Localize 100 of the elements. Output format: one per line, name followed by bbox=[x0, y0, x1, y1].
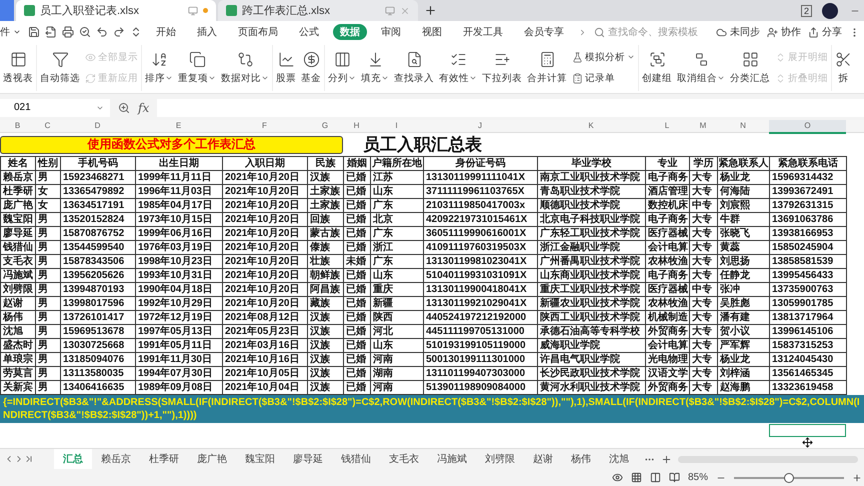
column-header[interactable]: O bbox=[769, 120, 846, 134]
ribbon-button[interactable]: 记录单 bbox=[572, 72, 635, 85]
sheet-tab[interactable]: 冯施斌 bbox=[428, 449, 476, 470]
table-cell: 13994870193 bbox=[61, 283, 136, 298]
column-header[interactable]: B bbox=[0, 120, 35, 134]
zoom-icon[interactable] bbox=[118, 102, 130, 114]
ribbon-button[interactable]: 重复项 bbox=[178, 50, 216, 85]
table-cell: 赖岳京 bbox=[1, 171, 36, 186]
ribbon-button[interactable]: 下拉列表 bbox=[482, 50, 522, 85]
column-header[interactable]: C bbox=[35, 120, 60, 134]
ribbon-button[interactable]: 查找录入 bbox=[394, 50, 434, 85]
document-tab[interactable]: 跨工作表汇总.xlsx bbox=[218, 0, 418, 21]
column-header[interactable]: F bbox=[222, 120, 307, 134]
column-header[interactable]: D bbox=[60, 120, 135, 134]
ribbon-button[interactable]: 拆 bbox=[835, 50, 852, 85]
avatar[interactable] bbox=[822, 2, 838, 18]
ribbon-button[interactable]: 取消组合 bbox=[677, 50, 725, 85]
ribbon-tab[interactable]: 插入 bbox=[190, 24, 224, 40]
ribbon-tab[interactable]: 页面布局 bbox=[231, 24, 285, 40]
sheet-tab[interactable]: 赖岳京 bbox=[92, 449, 140, 470]
toolbar-action[interactable]: 未同步 bbox=[716, 25, 760, 40]
banner: 使用函数公式对多个工作表汇总 bbox=[0, 136, 343, 154]
table-cell: 傣族 bbox=[308, 241, 344, 256]
table-cell: 已婚 bbox=[344, 241, 371, 256]
column-header[interactable]: J bbox=[423, 120, 537, 134]
toolbar-action[interactable]: 协作 bbox=[767, 25, 801, 40]
sheet-tab[interactable]: 庞广艳 bbox=[188, 449, 236, 470]
reading-view-icon[interactable] bbox=[668, 472, 680, 484]
ribbon-button[interactable]: 自动筛选 bbox=[40, 50, 80, 85]
sheet-tab[interactable]: 支毛衣 bbox=[380, 449, 428, 470]
search-field[interactable]: 查找命令、搜索模板 bbox=[608, 26, 700, 38]
ribbon-button[interactable]: 分列 bbox=[328, 50, 356, 85]
ribbon-button[interactable]: 创建组 bbox=[642, 50, 672, 85]
ribbon-button[interactable]: 透视表 bbox=[3, 50, 33, 85]
slider-thumb[interactable] bbox=[784, 472, 794, 483]
preview-icon[interactable] bbox=[79, 26, 91, 38]
table-cell: 13998017596 bbox=[61, 297, 136, 312]
sheet-tab[interactable]: 汇总 bbox=[54, 449, 92, 470]
export-icon[interactable] bbox=[45, 26, 57, 38]
formula-tooltip: {=INDIRECT($B3&"!"&ADDRESS(SMALL(IF(INDIRECT($B3&"!$B$2:$I$28")=C$2,ROW(INDIRECT($B3&"!$B$2:$I$28")),""),1),SMALL(IF(INDIRECT($B3&"!$B$2:$I$28")=C$2,COLUMN(INDIRECT($B3&"!$B$2:$I$28"))+1,""),1)))) bbox=[0, 395, 864, 424]
column-header[interactable]: I bbox=[370, 120, 423, 134]
column-header[interactable]: G bbox=[307, 120, 343, 134]
sheet-tab[interactable]: 魏宝阳 bbox=[236, 449, 284, 470]
selected-cell[interactable] bbox=[769, 424, 846, 438]
name-box[interactable]: 021 bbox=[0, 98, 110, 117]
sheet-tab[interactable]: 赵谢 bbox=[524, 449, 562, 470]
table-cell: 男 bbox=[36, 311, 61, 326]
toolbar-action[interactable]: 分享 bbox=[808, 25, 842, 40]
table-cell: 大专 bbox=[690, 241, 718, 256]
column-header[interactable]: N bbox=[717, 120, 769, 134]
ribbon-tab[interactable]: 开始 bbox=[149, 24, 183, 40]
sheet-tab[interactable]: 杨伟 bbox=[562, 449, 600, 470]
ribbon-button[interactable]: 股票 bbox=[276, 50, 296, 85]
table-cell: 魏宝阳 bbox=[1, 213, 36, 228]
print-icon[interactable] bbox=[62, 26, 74, 38]
ribbon-tab[interactable]: 审阅 bbox=[374, 24, 408, 40]
sheet-tab[interactable]: 廖导延 bbox=[284, 449, 332, 470]
column-header[interactable]: H bbox=[343, 120, 370, 134]
sheet-tab[interactable]: 钱猎仙 bbox=[332, 449, 380, 470]
ribbon-button[interactable]: 基金 bbox=[301, 50, 321, 85]
save-icon[interactable] bbox=[28, 26, 40, 38]
more-icon[interactable] bbox=[130, 26, 142, 38]
column-header[interactable]: M bbox=[689, 120, 717, 134]
ribbon-tab[interactable]: 会员专享 bbox=[517, 24, 571, 40]
ribbon-tab[interactable]: 数据 bbox=[333, 24, 367, 40]
column-header[interactable]: L bbox=[645, 120, 689, 134]
ribbon-button[interactable]: 数据对比 bbox=[221, 50, 269, 85]
ribbon-tab[interactable]: 开发工具 bbox=[456, 24, 510, 40]
page-layout-icon[interactable] bbox=[650, 472, 661, 484]
table-cell: 藏族 bbox=[308, 297, 344, 312]
zoom-in-icon[interactable] bbox=[852, 472, 862, 483]
table-cell: 13995456433 bbox=[770, 269, 847, 284]
last-icon[interactable] bbox=[24, 454, 34, 464]
table-cell: 13956205626 bbox=[61, 269, 136, 284]
eye-icon[interactable] bbox=[612, 472, 623, 484]
table-cell: 壮族 bbox=[308, 255, 344, 270]
sheet-tab[interactable]: 杜季研 bbox=[140, 449, 188, 470]
normal-view-icon[interactable] bbox=[630, 472, 642, 484]
table-cell: 廖导延 bbox=[1, 227, 36, 242]
file-menu[interactable]: 件 bbox=[0, 25, 10, 40]
new-tab-icon[interactable] bbox=[424, 4, 437, 17]
ribbon-button[interactable]: 填充 bbox=[361, 50, 389, 85]
ribbon-tab[interactable]: 视图 bbox=[415, 24, 449, 40]
column-header[interactable]: E bbox=[135, 120, 222, 134]
sheet-tab[interactable]: 刘劈限 bbox=[476, 449, 524, 470]
ribbon-button[interactable]: 排序 bbox=[145, 50, 173, 85]
chevron-right-icon[interactable] bbox=[578, 28, 587, 37]
sheet-tab[interactable]: 沈旭 bbox=[600, 449, 638, 470]
column-header[interactable]: K bbox=[537, 120, 645, 134]
undo-icon[interactable] bbox=[96, 26, 108, 38]
table-cell: 牛群 bbox=[718, 213, 770, 228]
redo-icon[interactable] bbox=[113, 26, 125, 38]
ribbon-button[interactable]: 模拟分析 bbox=[572, 50, 635, 64]
ribbon-button[interactable]: 分类汇总 bbox=[730, 50, 770, 85]
document-tab[interactable]: 员工入职登记表.xlsx bbox=[16, 0, 216, 21]
ribbon-button[interactable]: 有效性 bbox=[439, 50, 477, 85]
ribbon-tab[interactable]: 公式 bbox=[292, 24, 326, 40]
table-cell: 杨伟 bbox=[1, 311, 36, 326]
add-sheet-icon[interactable] bbox=[661, 454, 672, 465]
ribbon-button[interactable]: 合并计算 bbox=[527, 50, 567, 85]
